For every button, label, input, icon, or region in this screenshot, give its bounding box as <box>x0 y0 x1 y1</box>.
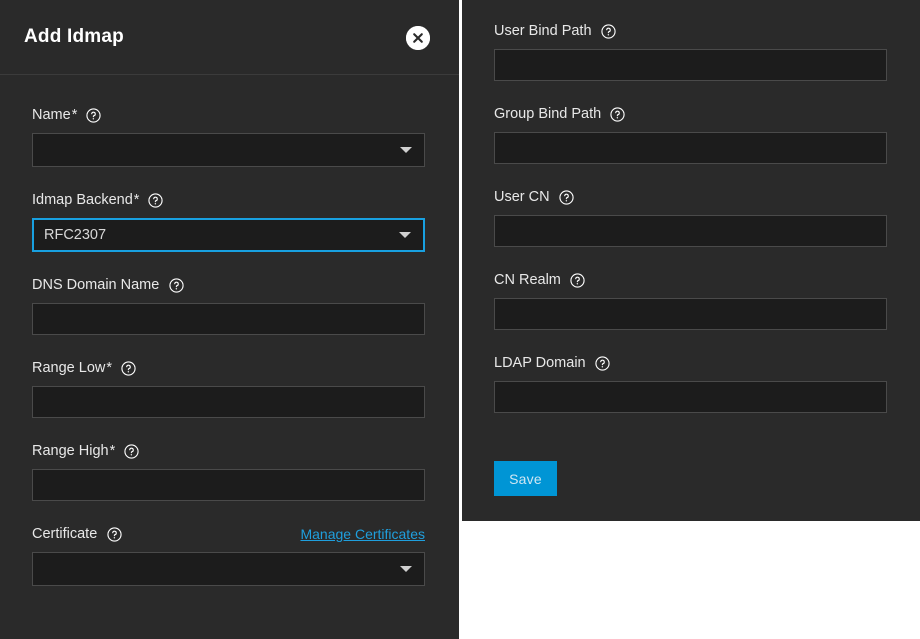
idmap-backend-select-value: RFC2307 <box>44 226 107 243</box>
help-circle-icon[interactable] <box>107 526 122 542</box>
field-ldap-domain: LDAP Domain <box>494 354 887 413</box>
field-label: LDAP Domain <box>494 355 586 371</box>
field-label: Range High <box>32 443 109 459</box>
required-marker: * <box>71 107 78 123</box>
help-circle-icon[interactable] <box>148 192 164 208</box>
field-label: Certificate <box>32 526 98 542</box>
name-select[interactable] <box>32 133 425 167</box>
field-label-row: LDAP Domain <box>494 354 887 372</box>
field-user-cn: User CN <box>494 188 887 247</box>
field-label: Idmap Backend <box>32 192 133 208</box>
field-label: User Bind Path <box>494 23 592 39</box>
help-circle-icon[interactable] <box>124 443 139 459</box>
field-range-low: Range Low * <box>32 359 425 418</box>
field-idmap-backend: Idmap Backend * RFC2307 <box>32 191 425 252</box>
field-dns-domain-name: DNS Domain Name <box>32 276 425 335</box>
dialog-header: Add Idmap <box>0 0 459 75</box>
field-label-row: User CN <box>494 188 887 206</box>
field-label-row: User Bind Path <box>494 22 887 40</box>
close-icon[interactable] <box>406 26 430 50</box>
field-label-row: Certificate Manage Certificates <box>32 525 425 543</box>
field-label-row: Idmap Backend * <box>32 191 425 209</box>
field-label: Name <box>32 107 71 123</box>
field-range-high: Range High * <box>32 442 425 501</box>
field-label-row: Range Low * <box>32 359 425 377</box>
field-label: User CN <box>494 189 550 205</box>
idmap-backend-select[interactable]: RFC2307 <box>32 218 425 252</box>
chevron-down-icon <box>400 566 412 572</box>
help-circle-icon[interactable] <box>86 107 101 123</box>
range-high-input-box[interactable] <box>32 469 425 501</box>
range-high-input[interactable] <box>33 470 424 500</box>
required-marker: * <box>133 192 140 208</box>
user-cn-input[interactable] <box>495 216 886 246</box>
group-bind-path-input-box[interactable] <box>494 132 887 164</box>
field-label: Range Low <box>32 360 106 376</box>
ldap-domain-input-box[interactable] <box>494 381 887 413</box>
field-label-row: Name * <box>32 106 425 124</box>
field-label: DNS Domain Name <box>32 277 160 293</box>
help-circle-icon[interactable] <box>169 277 184 293</box>
help-circle-icon[interactable] <box>570 272 585 288</box>
field-label: CN Realm <box>494 272 561 288</box>
group-bind-path-input[interactable] <box>495 133 886 163</box>
field-certificate: Certificate Manage Certificates <box>32 525 425 586</box>
field-name: Name * <box>32 106 425 167</box>
help-circle-icon[interactable] <box>558 189 574 205</box>
add-idmap-dialog-panel: Add Idmap Name * Idmap Backend * RFC2307… <box>0 0 459 639</box>
help-circle-icon[interactable] <box>594 355 610 371</box>
field-label: Group Bind Path <box>494 106 602 122</box>
required-marker: * <box>109 443 116 459</box>
chevron-down-icon <box>399 232 411 238</box>
page-title: Add Idmap <box>24 26 124 47</box>
help-circle-icon[interactable] <box>610 106 625 122</box>
field-label-row: Group Bind Path <box>494 105 887 123</box>
user-cn-input-box[interactable] <box>494 215 887 247</box>
range-low-input[interactable] <box>33 387 424 417</box>
idmap-options-panel: User Bind Path Group Bind Path User CN C… <box>462 0 920 521</box>
range-low-input-box[interactable] <box>32 386 425 418</box>
cn-realm-input-box[interactable] <box>494 298 887 330</box>
chevron-down-icon <box>400 147 412 153</box>
field-user-bind-path: User Bind Path <box>494 22 887 81</box>
manage-certificates-link[interactable]: Manage Certificates <box>300 525 425 543</box>
help-circle-icon[interactable] <box>121 360 136 376</box>
save-button[interactable]: Save <box>494 461 557 496</box>
ldap-domain-input[interactable] <box>495 382 886 412</box>
certificate-select[interactable] <box>32 552 425 586</box>
dns-domain-name-input[interactable] <box>33 304 424 334</box>
field-label-row: Range High * <box>32 442 425 460</box>
user-bind-path-input-box[interactable] <box>494 49 887 81</box>
field-cn-realm: CN Realm <box>494 271 887 330</box>
field-label-row: DNS Domain Name <box>32 276 425 294</box>
user-bind-path-input[interactable] <box>495 50 886 80</box>
dns-domain-name-input-box[interactable] <box>32 303 425 335</box>
cn-realm-input[interactable] <box>495 299 886 329</box>
required-marker: * <box>106 360 113 376</box>
left-form-column: Name * Idmap Backend * RFC2307 DNS Domai… <box>32 106 425 610</box>
right-form-column: User Bind Path Group Bind Path User CN C… <box>494 22 887 437</box>
help-circle-icon[interactable] <box>600 23 616 39</box>
idmap-dialog-screen: Add Idmap Name * Idmap Backend * RFC2307… <box>0 0 920 639</box>
field-label-row: CN Realm <box>494 271 887 289</box>
field-group-bind-path: Group Bind Path <box>494 105 887 164</box>
